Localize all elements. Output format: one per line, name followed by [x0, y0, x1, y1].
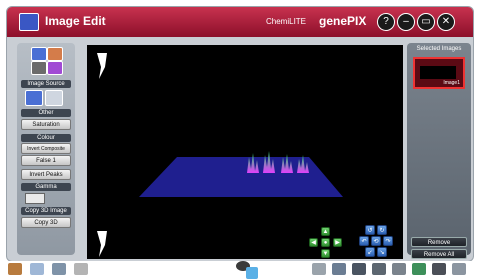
gamma-slider[interactable]	[25, 193, 45, 204]
chemilite-label: ChemiLITE	[266, 17, 307, 26]
genepix-logo: genePIX	[319, 14, 367, 28]
tool-crop-icon[interactable]	[31, 61, 47, 75]
thumbnail-caption: Image1	[443, 80, 460, 86]
right-panel: Selected Images Image1 Remove Remove All	[407, 43, 471, 259]
rotate-cw-button[interactable]: ↻	[377, 225, 387, 235]
tool-f-icon[interactable]	[412, 263, 426, 275]
tool-h-icon[interactable]	[452, 263, 466, 275]
base-plane	[139, 157, 343, 197]
tool-palette-icon[interactable]	[47, 47, 63, 61]
gamma-label: Gamma	[21, 183, 71, 191]
invert-composite-checkbox[interactable]: Invert Composite	[21, 143, 71, 154]
copy3d-section-label: Copy 3D Image	[21, 207, 71, 215]
window-title: Image Edit	[45, 14, 106, 28]
tool-image-icon[interactable]	[31, 47, 47, 61]
tool-g-icon[interactable]	[432, 263, 446, 275]
gallery-icon[interactable]	[30, 263, 44, 275]
tool-b-icon[interactable]	[332, 263, 346, 275]
tilt-left-button[interactable]: ↶	[359, 236, 369, 246]
tool-d-icon[interactable]	[372, 263, 386, 275]
tilt-right-button[interactable]: ↷	[383, 236, 393, 246]
invert-peaks-button[interactable]: Invert Peaks	[21, 169, 71, 180]
3d-plot	[97, 53, 343, 257]
help-button[interactable]: ?	[377, 13, 395, 31]
image-source-alt-icon[interactable]	[45, 90, 63, 106]
pan-left-button[interactable]: ◀	[309, 238, 318, 247]
remove-button[interactable]: Remove	[411, 237, 467, 247]
other-label: Other	[21, 109, 71, 117]
spin-right-button[interactable]: ↘	[377, 247, 387, 257]
rotate-top-icon[interactable]	[97, 53, 107, 79]
tool-c-icon[interactable]	[352, 263, 366, 275]
rotate-ccw-button[interactable]: ↺	[365, 225, 375, 235]
thumbnail-preview	[420, 66, 456, 79]
pan-up-button[interactable]: ▲	[321, 227, 330, 236]
3d-viewport[interactable]: ▲ ◀ ● ▶ ▼ ↺ ↻ ↶ ⟲ ↷ ↙ ↘	[87, 45, 403, 259]
settings-icon[interactable]	[74, 263, 88, 275]
reset-view-button[interactable]: ●	[321, 238, 330, 247]
saturation-button[interactable]: Saturation	[21, 119, 71, 130]
rotate-bottom-icon[interactable]	[97, 231, 107, 257]
bottom-taskbar	[0, 261, 481, 279]
pan-right-button[interactable]: ▶	[333, 238, 342, 247]
close-button[interactable]: ✕	[437, 13, 455, 31]
tool-a-icon[interactable]	[312, 263, 326, 275]
pan-down-button[interactable]: ▼	[321, 249, 330, 258]
capture-icon[interactable]	[52, 263, 66, 275]
image-source-icon[interactable]	[25, 90, 43, 106]
selected-images-label: Selected Images	[416, 46, 462, 52]
copy3d-button[interactable]: Copy 3D	[21, 217, 71, 228]
title-bar: Image Edit ChemiLITE genePIX ? – ▭ ✕	[7, 7, 473, 37]
false-colour-button[interactable]: False 1	[21, 155, 71, 166]
image-edit-icon	[19, 13, 39, 31]
left-tool-panel: Image Source Other Saturation Colour Inv…	[17, 43, 75, 255]
spin-left-button[interactable]: ↙	[365, 247, 375, 257]
tool-3d-icon[interactable]	[47, 61, 63, 75]
upload-icon[interactable]	[246, 267, 258, 279]
maximize-button[interactable]: ▭	[417, 13, 435, 31]
tool-e-icon[interactable]	[392, 263, 406, 275]
remove-all-button[interactable]: Remove All	[411, 249, 467, 259]
tilt-center-button[interactable]: ⟲	[371, 236, 381, 246]
home-icon[interactable]	[8, 263, 22, 275]
image-source-label: Image Source	[21, 80, 71, 88]
colour-label: Colour	[21, 134, 71, 142]
minimize-button[interactable]: –	[397, 13, 415, 31]
image-edit-window: Image Edit ChemiLITE genePIX ? – ▭ ✕ Ima…	[6, 6, 474, 262]
selected-image-thumbnail[interactable]: Image1	[413, 57, 465, 89]
